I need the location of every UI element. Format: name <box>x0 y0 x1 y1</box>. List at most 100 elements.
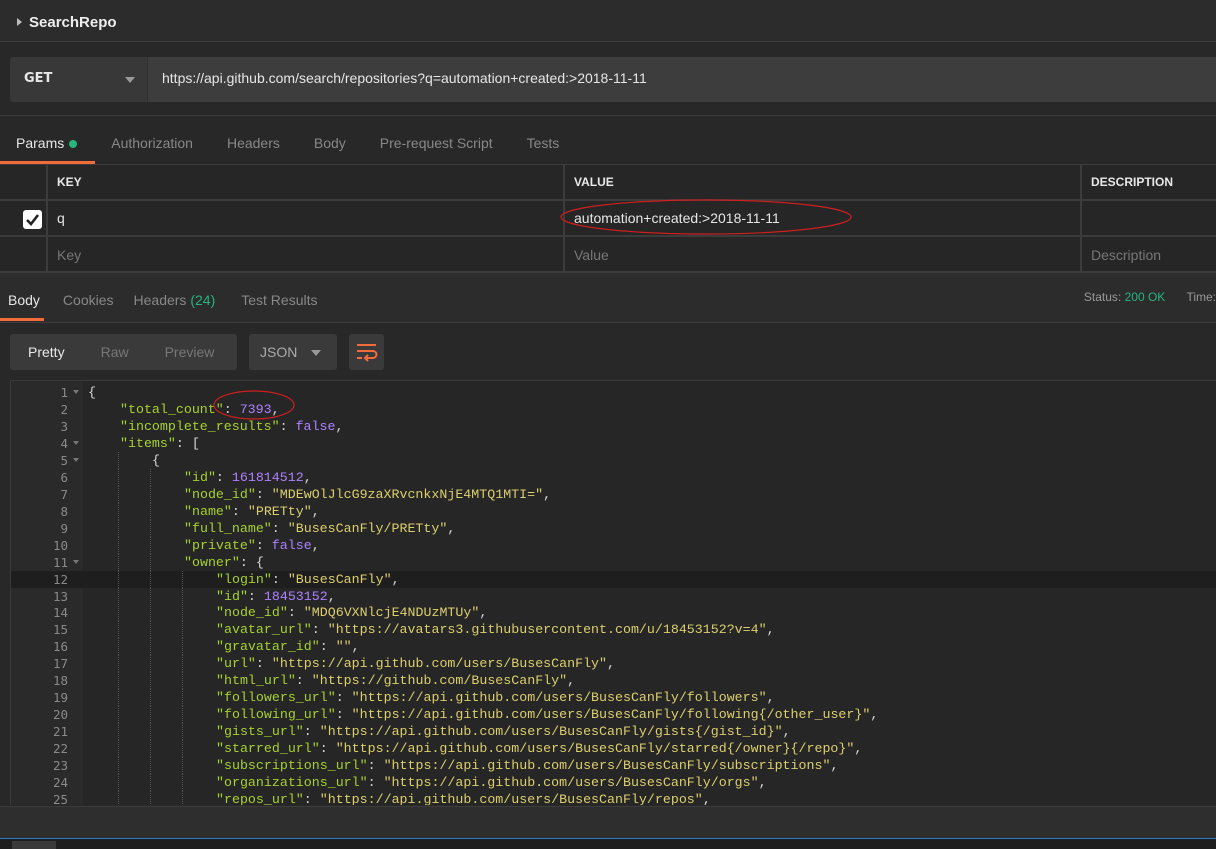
indent-guide <box>118 519 119 537</box>
param-description-input[interactable] <box>1080 201 1216 235</box>
fold-arrow-icon[interactable] <box>73 559 79 564</box>
json-value: 161814512 <box>231 469 304 485</box>
indent-guide <box>118 740 119 758</box>
indent-guide <box>182 689 183 707</box>
tab-authorization[interactable]: Authorization <box>95 124 211 164</box>
json-punctuation: : <box>231 503 248 519</box>
json-punctuation: : <box>255 656 272 672</box>
tab-body[interactable]: Body <box>298 124 364 164</box>
mode-preview[interactable]: Preview <box>147 344 233 360</box>
code-line: 3 "incomplete_results": false, <box>11 418 1216 435</box>
indent-guide <box>150 757 151 775</box>
json-string: "https://api.github.com/users/BusesCanFl… <box>319 724 783 740</box>
mode-pretty[interactable]: Pretty <box>10 344 83 360</box>
method-label: GET <box>24 71 53 86</box>
json-string: "https://github.com/BusesCanFly" <box>311 673 568 689</box>
code-line: 8 "name": "PRETty", <box>11 502 1216 520</box>
fold-arrow-icon[interactable] <box>73 390 79 394</box>
indent-guide <box>118 723 119 741</box>
code-line: 4 "items": [ <box>11 435 1216 452</box>
json-punctuation: , <box>327 588 336 604</box>
indent-guide <box>150 570 151 588</box>
url-input[interactable]: https://api.github.com/search/repositori… <box>148 57 1216 102</box>
param-value-input[interactable]: automation+created:>2018-11-11 <box>563 201 1080 235</box>
line-number: 6 <box>60 469 68 485</box>
tab-response-body[interactable]: Body <box>0 281 44 321</box>
line-number: 19 <box>52 690 68 706</box>
indent-guide <box>150 621 151 639</box>
code-line: 25 "repos_url": "https://api.github.com/u… <box>11 791 1216 805</box>
tab-response-headers[interactable]: Headers (24) <box>124 281 232 321</box>
response-body-editor[interactable]: 1{2 "total_count": 7393, 3 "incomplete_resu… <box>10 380 1216 805</box>
line-number: 7 <box>60 486 68 502</box>
code-line: 22 "starred_url": "https://api.github.com… <box>11 740 1216 758</box>
tab-tests[interactable]: Tests <box>511 124 578 164</box>
json-punctuation: , <box>271 401 280 417</box>
indent-guide <box>182 604 183 622</box>
code-line: 19 "followers_url": "https://api.github.c… <box>11 689 1216 707</box>
table-header: KEY VALUE DESCRIPTION <box>0 165 1216 201</box>
tab-params[interactable]: Params <box>0 124 96 164</box>
method-select[interactable]: GET <box>10 57 148 102</box>
line-number: 5 <box>60 452 68 468</box>
code-line: 13 "id": 18453152, <box>11 587 1216 605</box>
indent-guide <box>118 485 119 503</box>
line-number: 25 <box>52 792 68 805</box>
request-tabs: Params Authorization Headers Body Pre-re… <box>0 124 577 164</box>
json-punctuation: : <box>247 588 264 604</box>
indent-guide <box>118 502 119 520</box>
json-key: "html_url" <box>216 673 296 689</box>
indent-guide <box>150 774 151 792</box>
json-key: "gists_url" <box>216 724 304 740</box>
code-text: "html_url": "https://github.com/BusesCan… <box>216 672 575 689</box>
indent-guide <box>182 706 183 724</box>
param-key-input[interactable]: q <box>46 201 563 235</box>
format-select[interactable]: JSON <box>249 334 337 370</box>
tab-cookies[interactable]: Cookies <box>44 281 124 321</box>
code-text: "avatar_url": "https://avatars3.githubus… <box>216 621 775 638</box>
taskbar-item[interactable] <box>12 841 56 849</box>
json-key: "starred_url" <box>216 741 320 757</box>
fold-arrow-icon[interactable] <box>73 457 79 462</box>
wrap-lines-button[interactable] <box>349 334 384 370</box>
json-key: "owner" <box>184 554 240 570</box>
indent-guide <box>150 468 151 486</box>
value-placeholder-input[interactable]: Value <box>563 237 1080 273</box>
fold-arrow-icon[interactable] <box>73 440 79 445</box>
json-key: "node_id" <box>216 605 288 621</box>
indent-guide <box>182 570 183 588</box>
indent-guide <box>118 468 119 486</box>
code-line: 18 "html_url": "https://github.com/BusesC… <box>11 672 1216 690</box>
json-punctuation: , <box>782 724 791 740</box>
line-number: 17 <box>52 656 68 672</box>
indent-guide <box>150 706 151 724</box>
json-key: "full_name" <box>184 520 272 536</box>
tab-headers[interactable]: Headers <box>211 124 298 164</box>
tab-test-results[interactable]: Test Results <box>231 281 327 321</box>
taskbar <box>0 839 1216 849</box>
code-text: "organizations_url": "https://api.github… <box>216 774 767 791</box>
line-number: 3 <box>60 418 68 434</box>
indent-guide <box>150 638 151 656</box>
headers-count: (24) <box>190 292 216 308</box>
request-title-bar: SearchRepo <box>0 0 1216 42</box>
json-string: "MDQ6VXNlcjE4NDUzMTUy" <box>303 605 480 621</box>
expand-triangle-icon[interactable] <box>17 18 22 26</box>
key-placeholder-input[interactable]: Key <box>46 237 563 273</box>
indent-guide <box>118 570 119 588</box>
request-name[interactable]: SearchRepo <box>29 14 117 31</box>
indent-guide <box>150 502 151 520</box>
tab-pre-request-script[interactable]: Pre-request Script <box>364 124 511 164</box>
json-key: "login" <box>216 571 272 587</box>
json-key: "following_url" <box>216 707 336 723</box>
code-text: "private": false, <box>184 537 320 554</box>
checkbox-checked-icon[interactable] <box>23 210 42 229</box>
description-placeholder-input[interactable]: Description <box>1080 237 1216 273</box>
mode-raw[interactable]: Raw <box>83 344 147 360</box>
json-punctuation: { <box>152 452 160 468</box>
json-punctuation: : <box>303 792 320 805</box>
tab-label: Headers <box>133 292 187 308</box>
json-key: "url" <box>216 656 256 672</box>
json-punctuation: , <box>447 520 456 536</box>
code-line: 2 "total_count": 7393, <box>11 401 1216 418</box>
